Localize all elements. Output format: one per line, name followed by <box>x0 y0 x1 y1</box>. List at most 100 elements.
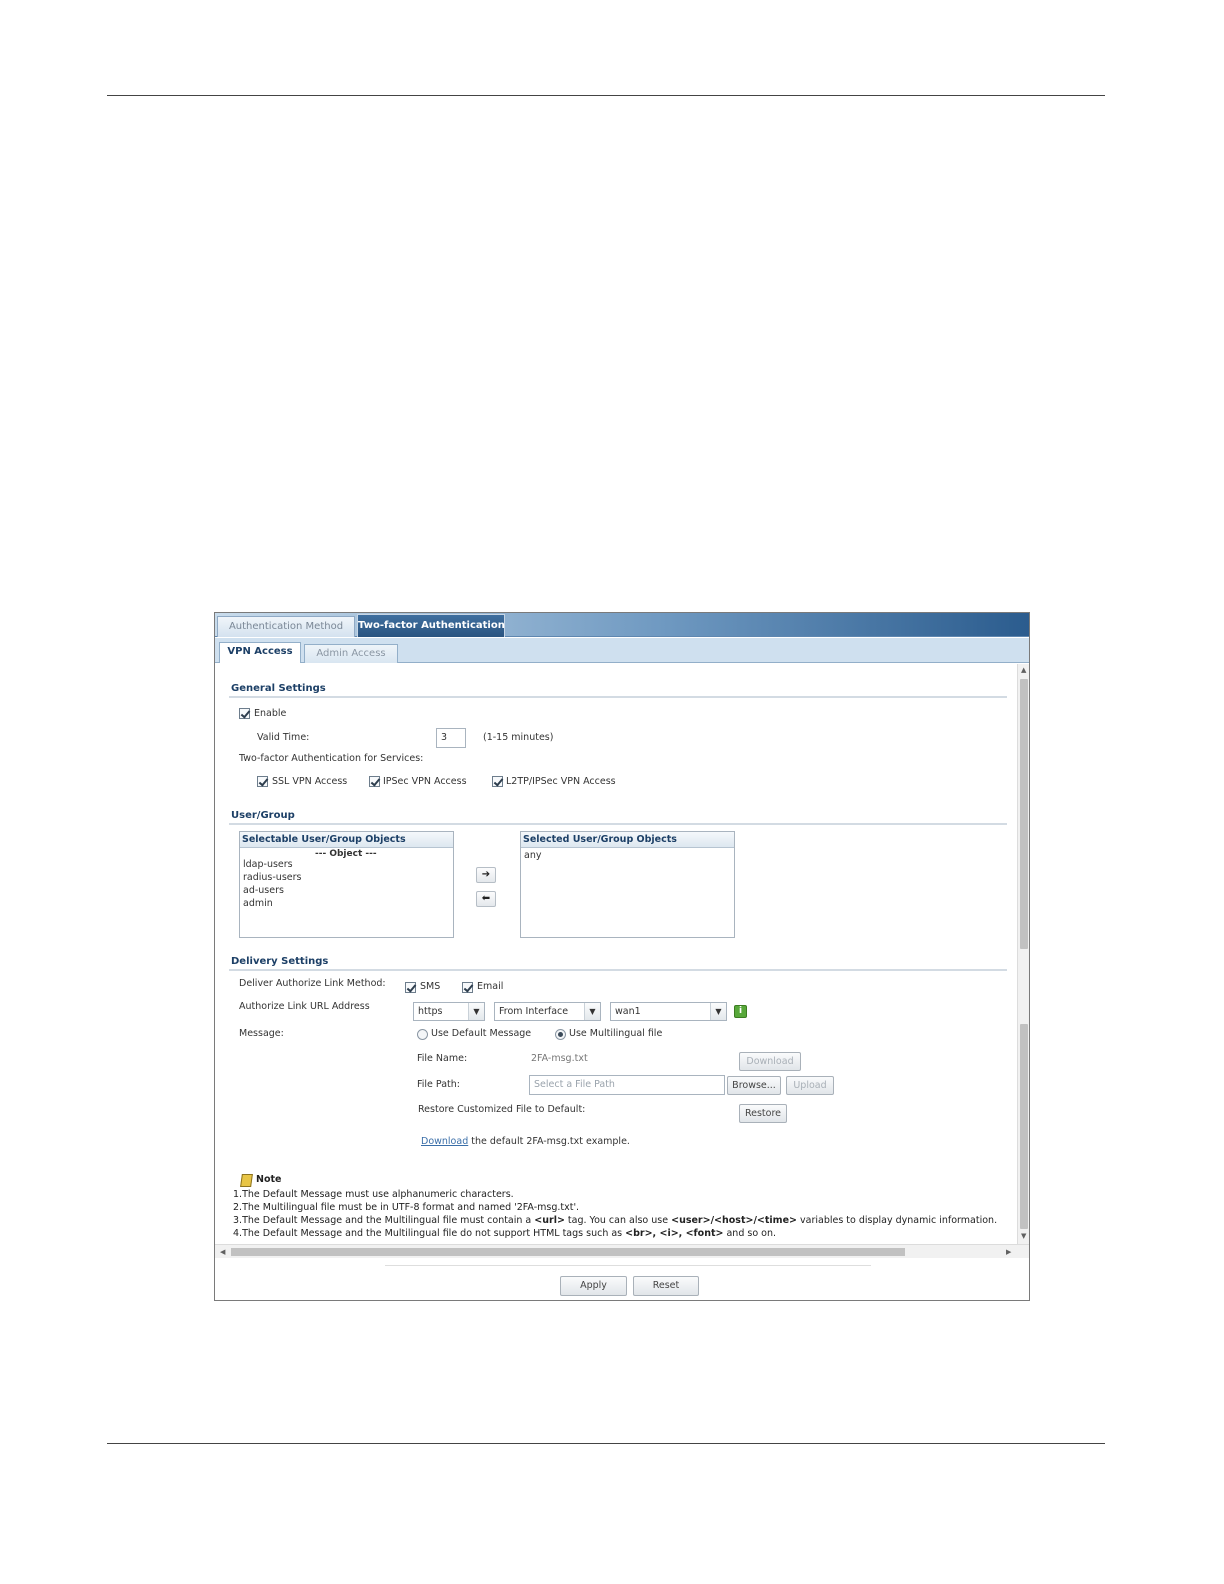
tab-admin-access[interactable]: Admin Access <box>304 644 398 663</box>
chevron-down-icon: ▼ <box>468 1003 484 1020</box>
section-divider <box>229 969 1007 971</box>
tab-two-factor-authentication[interactable]: Two-factor Authentication <box>357 614 505 637</box>
note-tag: <user>/<host>/<time> <box>671 1215 797 1226</box>
interface-select[interactable]: wan1 ▼ <box>610 1002 727 1021</box>
list-item[interactable]: admin <box>243 898 273 909</box>
scroll-down-icon[interactable]: ▼ <box>1021 1232 1026 1240</box>
scroll-right-icon[interactable]: ▶ <box>1006 1248 1011 1256</box>
file-path-label: File Path: <box>417 1079 460 1090</box>
selectable-objects-list[interactable]: Selectable User/Group Objects --- Object… <box>239 831 454 938</box>
note-text: and so on. <box>723 1228 777 1239</box>
valid-time-label: Valid Time: <box>257 732 310 743</box>
horizontal-scroll-thumb[interactable] <box>231 1248 905 1256</box>
note-text: 4.The Default Message and the Multilingu… <box>233 1228 626 1239</box>
vertical-scroll-thumb[interactable] <box>1020 679 1028 949</box>
enable-label: Enable <box>254 708 287 719</box>
user-group-title: User/Group <box>231 810 295 821</box>
add-arrow-button[interactable]: ➔ <box>476 867 496 883</box>
arrow-right-icon: ➔ <box>481 869 491 880</box>
scroll-left-icon[interactable]: ◀ <box>220 1248 225 1256</box>
source-value: From Interface <box>499 1006 569 1017</box>
note-line-2: 2.The Multilingual file must be in UTF-8… <box>233 1202 580 1213</box>
multilingual-file-label: Use Multilingual file <box>569 1028 663 1039</box>
valid-time-input[interactable]: 3 <box>436 728 466 748</box>
message-label: Message: <box>239 1028 284 1039</box>
note-line-3: 3.The Default Message and the Multilingu… <box>233 1215 997 1226</box>
interface-value: wan1 <box>615 1006 641 1017</box>
method-label: Deliver Authorize Link Method: <box>239 978 386 989</box>
l2tp-vpn-checkbox[interactable] <box>492 776 503 787</box>
info-icon[interactable]: i <box>734 1005 747 1018</box>
sms-checkbox[interactable] <box>405 982 416 993</box>
sms-label: SMS <box>420 981 441 992</box>
note-tag: <br>, <i>, <font> <box>625 1228 724 1239</box>
vertical-scroll-thumb-lower[interactable] <box>1020 1024 1028 1229</box>
ssl-vpn-checkbox[interactable] <box>257 776 268 787</box>
ipsec-vpn-checkbox[interactable] <box>369 776 380 787</box>
note-text: variables to display dynamic information… <box>796 1215 998 1226</box>
file-path-input[interactable]: Select a File Path <box>529 1075 725 1095</box>
note-tag: <url> <box>534 1215 565 1226</box>
file-name-value: 2FA-msg.txt <box>531 1053 588 1064</box>
settings-window: Authentication Method Two-factor Authent… <box>214 612 1030 1301</box>
selected-objects-header: Selected User/Group Objects <box>521 832 734 848</box>
remove-arrow-button[interactable]: ⬅ <box>476 891 496 907</box>
note-text: tag. You can also use <box>564 1215 672 1226</box>
general-settings-title: General Settings <box>231 683 326 694</box>
note-line-4: 4.The Default Message and the Multilingu… <box>233 1228 776 1239</box>
object-caption: --- Object --- <box>315 849 377 859</box>
list-item[interactable]: any <box>524 850 541 861</box>
page-top-rule <box>107 95 1105 96</box>
enable-checkbox[interactable] <box>239 708 250 719</box>
selected-objects-list[interactable]: Selected User/Group Objects any <box>520 831 735 938</box>
file-name-label: File Name: <box>417 1053 468 1064</box>
restore-label: Restore Customized File to Default: <box>418 1104 586 1115</box>
note-title: Note <box>256 1174 282 1185</box>
valid-time-hint: (1-15 minutes) <box>483 732 554 743</box>
chevron-down-icon: ▼ <box>710 1003 726 1020</box>
source-select[interactable]: From Interface ▼ <box>494 1002 601 1021</box>
note-icon <box>240 1174 253 1187</box>
sub-tab-bar: VPN Access Admin Access <box>215 638 1029 663</box>
l2tp-vpn-label: L2TP/IPSec VPN Access <box>506 776 616 787</box>
url-label: Authorize Link URL Address <box>239 1001 370 1012</box>
multilingual-file-radio[interactable] <box>555 1029 566 1040</box>
top-tab-bar: Authentication Method Two-factor Authent… <box>215 613 1029 637</box>
note-line-1: 1.The Default Message must use alphanume… <box>233 1189 514 1200</box>
restore-button[interactable]: Restore <box>739 1104 787 1123</box>
list-item[interactable]: radius-users <box>243 872 301 883</box>
email-checkbox[interactable] <box>462 982 473 993</box>
upload-button[interactable]: Upload <box>786 1076 834 1095</box>
download-example-link[interactable]: Download <box>421 1136 468 1147</box>
apply-button[interactable]: Apply <box>560 1276 627 1296</box>
download-example-desc: the default 2FA-msg.txt example. <box>471 1136 630 1147</box>
download-button[interactable]: Download <box>739 1052 801 1071</box>
horizontal-scrollbar[interactable]: ◀ ▶ <box>215 1244 1029 1258</box>
default-message-radio[interactable] <box>417 1029 428 1040</box>
section-divider <box>229 823 1007 825</box>
tab-vpn-access[interactable]: VPN Access <box>219 642 301 663</box>
email-label: Email <box>477 981 504 992</box>
list-item[interactable]: ldap-users <box>243 859 293 870</box>
browse-button[interactable]: Browse... <box>727 1076 781 1095</box>
tab-authentication-method[interactable]: Authentication Method <box>217 616 355 637</box>
selectable-objects-header: Selectable User/Group Objects <box>240 832 453 848</box>
list-item[interactable]: ad-users <box>243 885 284 896</box>
section-divider <box>229 696 1007 698</box>
arrow-left-icon: ⬅ <box>481 893 491 904</box>
protocol-value: https <box>418 1006 443 1017</box>
services-label: Two-factor Authentication for Services: <box>239 753 424 764</box>
scroll-up-icon[interactable]: ▲ <box>1021 666 1026 674</box>
ipsec-vpn-label: IPSec VPN Access <box>383 776 467 787</box>
default-message-label: Use Default Message <box>431 1028 532 1039</box>
protocol-select[interactable]: https ▼ <box>413 1002 485 1021</box>
footer-divider <box>385 1265 871 1266</box>
download-example-text: Download the default 2FA-msg.txt example… <box>421 1136 630 1147</box>
reset-button[interactable]: Reset <box>633 1276 699 1296</box>
footer-bar: Apply Reset <box>215 1259 1029 1300</box>
ssl-vpn-label: SSL VPN Access <box>272 776 348 787</box>
vertical-scrollbar[interactable]: ▲ ▼ <box>1017 664 1029 1244</box>
note-text: 3.The Default Message and the Multilingu… <box>233 1215 535 1226</box>
chevron-down-icon: ▼ <box>584 1003 600 1020</box>
content-area: General Settings Enable Valid Time: 3 (1… <box>215 664 1017 1244</box>
